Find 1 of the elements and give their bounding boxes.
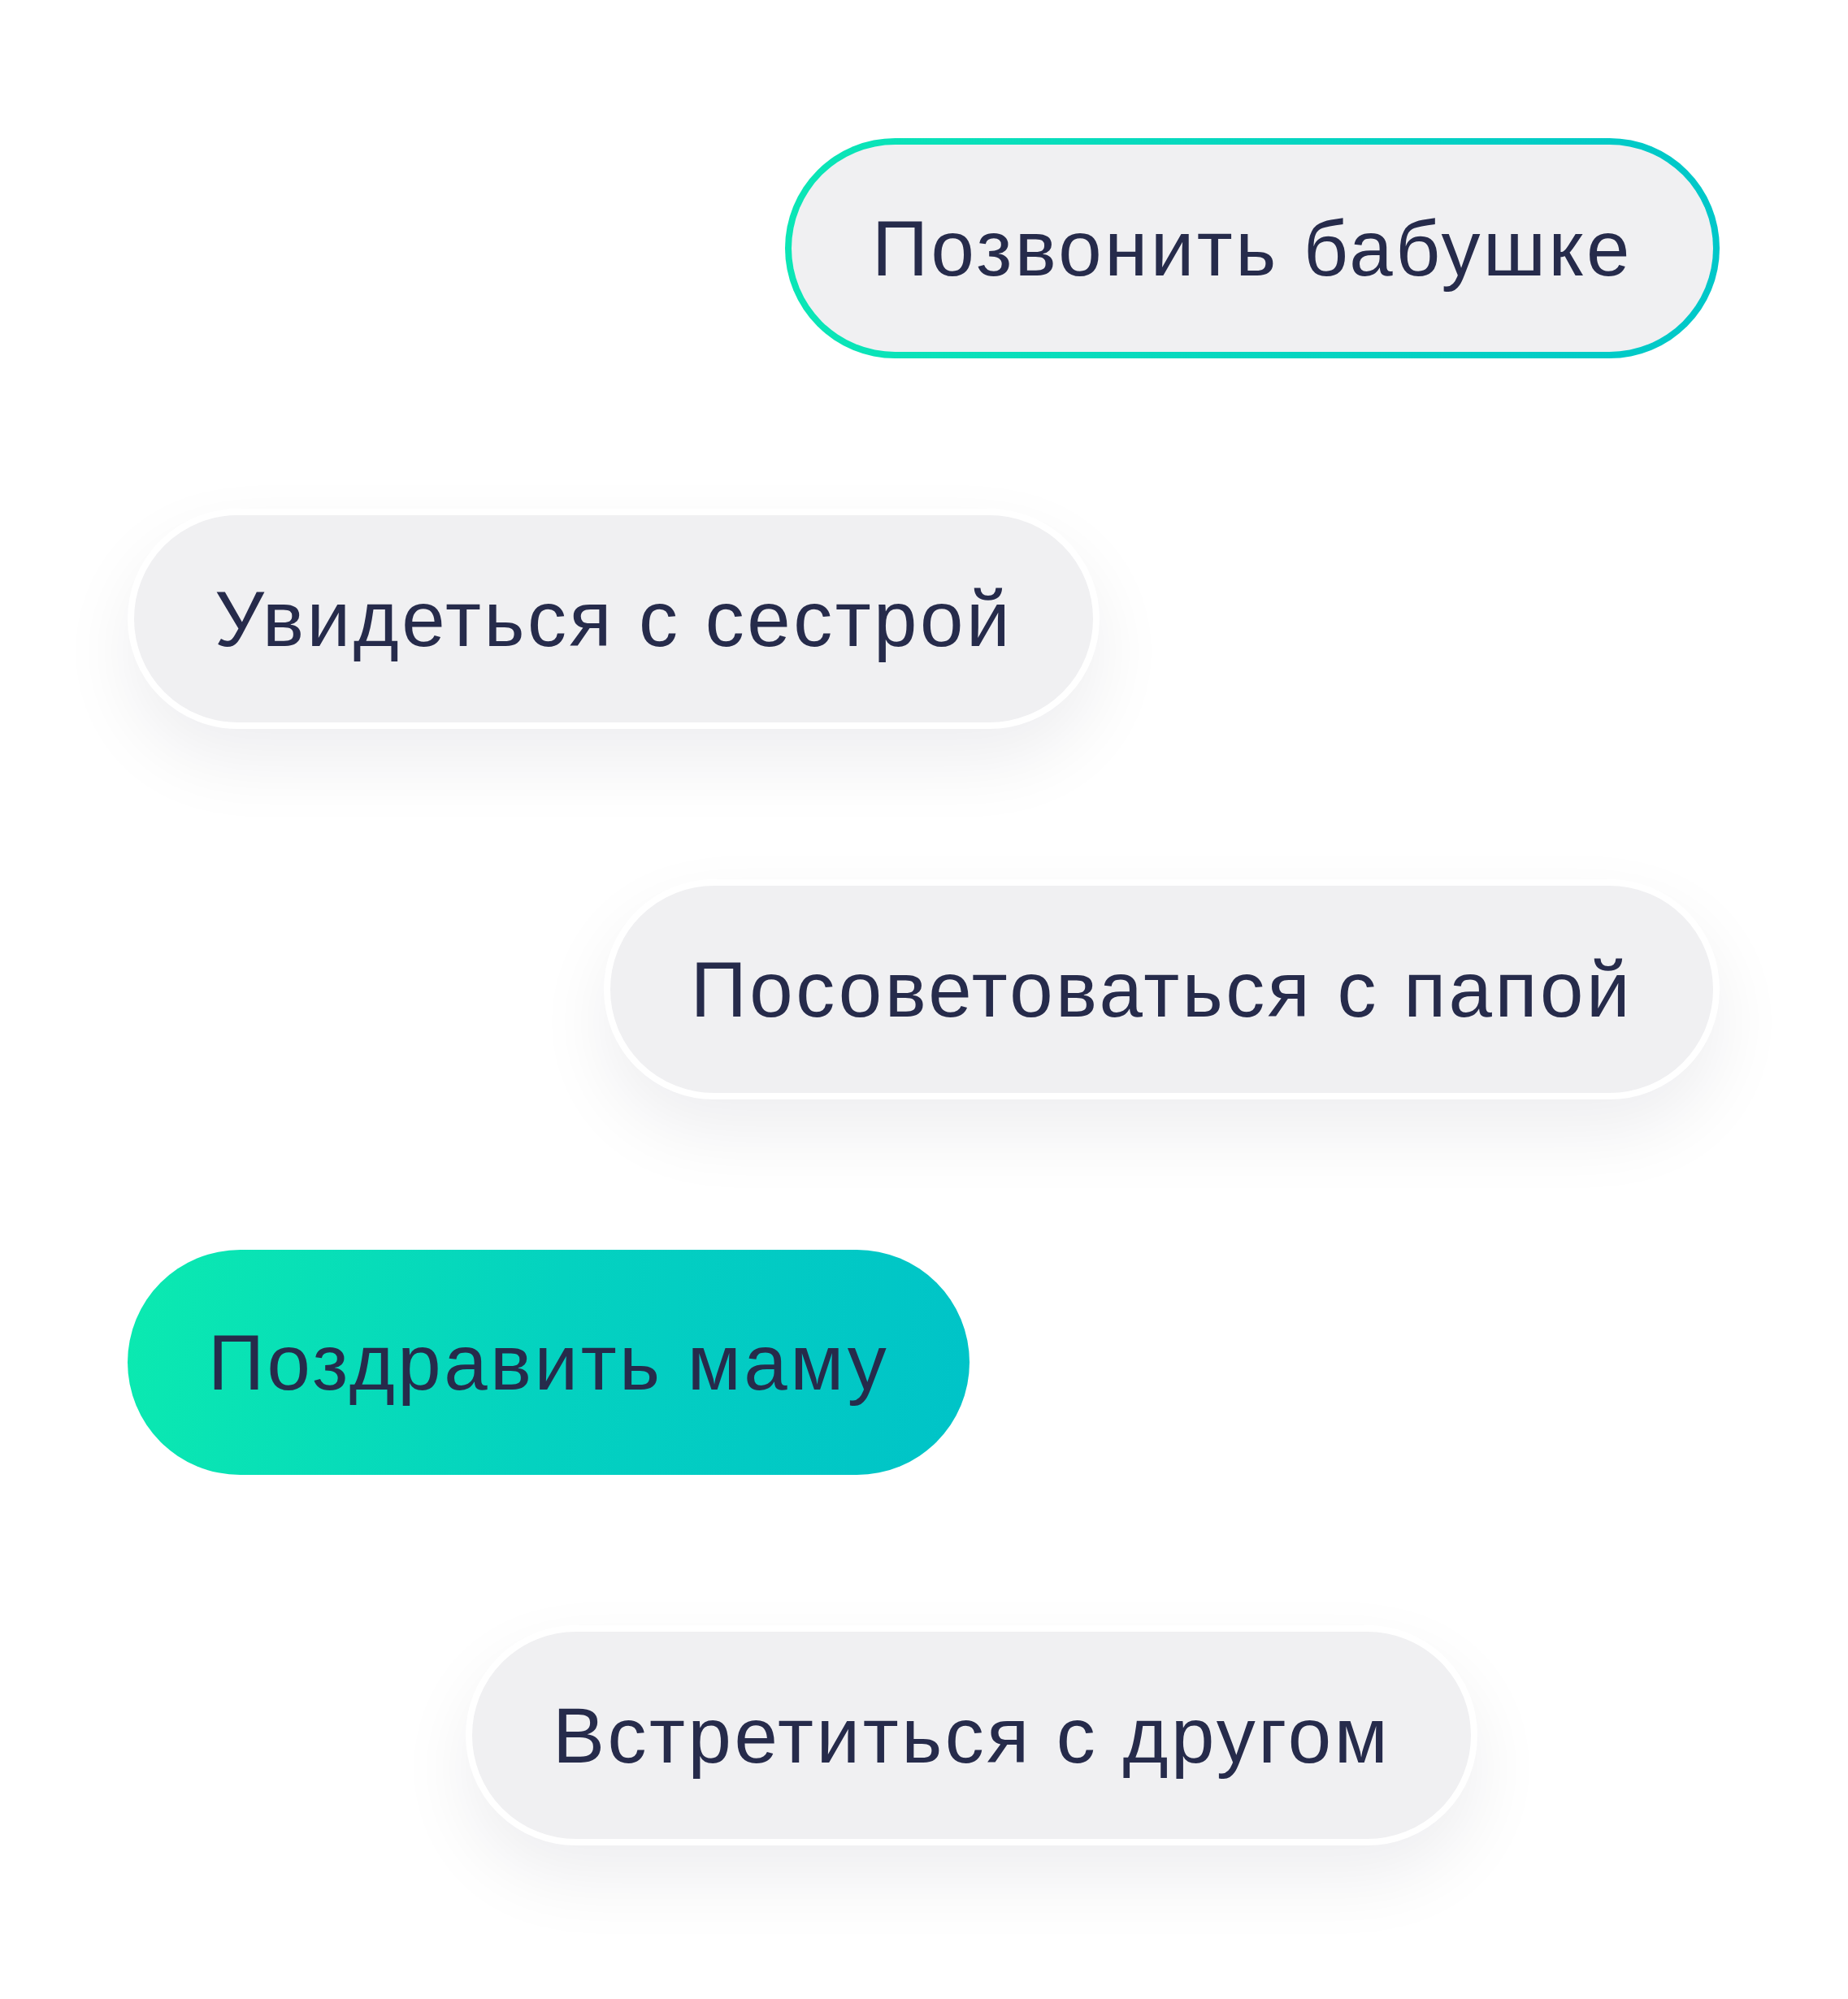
chip-button[interactable]: Поздравить маму xyxy=(128,1250,970,1475)
